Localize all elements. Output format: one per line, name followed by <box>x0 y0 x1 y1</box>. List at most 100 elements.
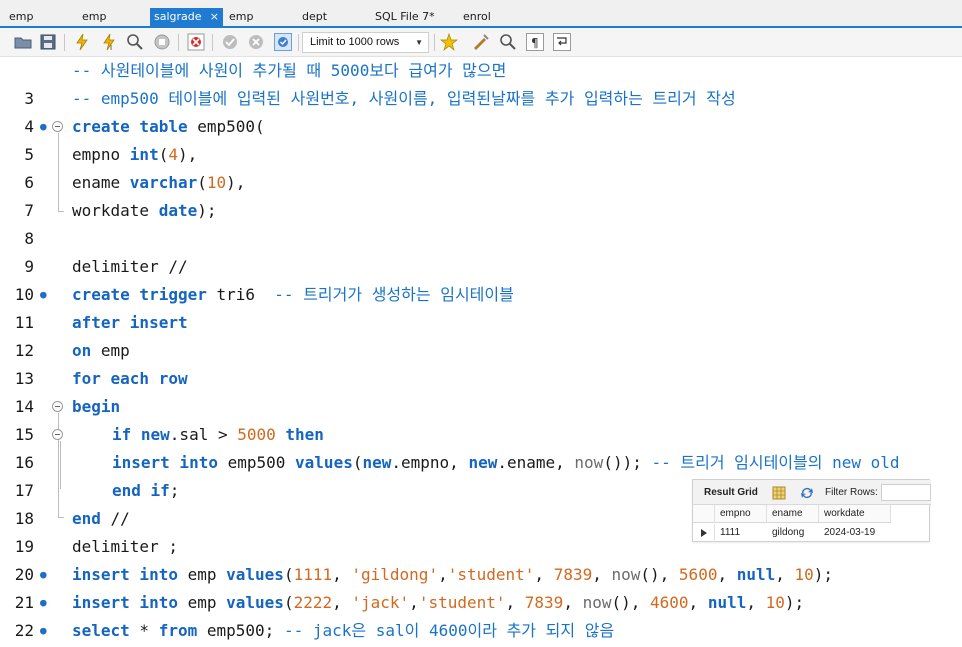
code-number: 2222 <box>293 593 333 612</box>
code-line: 16 if new.sal > 5000 then <box>0 421 962 472</box>
code-text: , <box>409 593 419 612</box>
execute-icon[interactable] <box>73 33 91 51</box>
code-text: delimiter ; <box>72 537 178 556</box>
code-text: (), <box>611 593 651 612</box>
code-text: -- 사원테이블에 사원이 추가될 때 5000보다 급여가 많으면 <box>72 61 507 80</box>
column-header[interactable]: ename <box>767 505 819 523</box>
refresh-icon[interactable] <box>799 485 815 501</box>
tab-sql-file-7[interactable]: SQL File 7* <box>375 8 435 28</box>
code-keyword: insert into <box>72 593 178 612</box>
code-text: emp <box>177 593 227 612</box>
current-row-arrow-icon <box>693 524 715 542</box>
sql-editor[interactable]: 3 -- 사원테이블에 사원이 추가될 때 5000보다 급여가 많으면 4 -… <box>0 57 962 647</box>
code-line: 4 -- emp500 테이블에 입력된 사원번호, 사원이름, 입력된날짜를 … <box>0 85 962 136</box>
code-keyword: then <box>275 425 324 444</box>
open-folder-icon[interactable] <box>14 33 32 51</box>
autocommit-icon[interactable] <box>274 33 292 51</box>
stop-icon[interactable] <box>153 33 171 51</box>
code-text: ), <box>177 145 198 164</box>
code-text: , <box>563 593 583 612</box>
code-text: emp500; <box>197 621 284 640</box>
code-keyword: begin <box>72 397 121 416</box>
code-number: 7839 <box>553 565 593 584</box>
code-keyword: new <box>468 453 498 472</box>
code-text: , <box>775 565 795 584</box>
tab-emp-2[interactable]: emp <box>82 8 106 28</box>
filter-rows-input[interactable] <box>881 484 931 501</box>
code-text: delimiter // <box>72 257 188 276</box>
code-function: now <box>611 565 641 584</box>
bookmark-star-icon[interactable] <box>440 33 458 51</box>
close-icon[interactable]: × <box>210 8 219 26</box>
code-text: ), <box>226 173 246 192</box>
code-keyword: values <box>226 593 284 612</box>
tab-enrol[interactable]: enrol <box>463 8 491 28</box>
code-line: 5 ● create table emp500( <box>0 113 962 164</box>
code-text: , <box>438 565 448 584</box>
code-number: 5000 <box>237 425 276 444</box>
limit-rows-select[interactable]: Limit to 1000 rows ▼ <box>302 32 429 53</box>
result-grid-tab[interactable]: Result Grid <box>704 487 758 498</box>
code-text: , <box>688 593 708 612</box>
save-icon[interactable] <box>39 33 57 51</box>
beautify-icon[interactable] <box>472 33 490 51</box>
code-keyword: insert into <box>112 453 218 472</box>
explain-icon[interactable] <box>126 33 144 51</box>
code-line: 7 ename varchar(10), <box>0 169 962 220</box>
wrap-icon[interactable] <box>553 33 571 51</box>
code-text: .empno, <box>391 453 469 472</box>
code-text: empno <box>72 145 130 164</box>
code-text: ()); <box>603 453 652 472</box>
code-text: ( <box>283 565 294 584</box>
rollback-icon[interactable] <box>247 33 265 51</box>
filter-rows-label: Filter Rows: <box>825 487 878 498</box>
code-text: ); <box>197 201 217 220</box>
tab-dept[interactable]: dept <box>302 8 327 28</box>
table-cell[interactable]: 2024-03-19 <box>819 524 891 542</box>
table-cell[interactable]: 1111 <box>715 524 767 542</box>
code-text: emp500 <box>217 453 296 472</box>
invisible-chars-icon[interactable]: ¶ <box>526 33 544 51</box>
code-text: , <box>746 593 766 612</box>
code-text: ; <box>169 481 180 500</box>
code-line: 9 <box>0 225 962 276</box>
code-number: 5600 <box>678 565 718 584</box>
execute-current-icon[interactable]: I <box>100 33 118 51</box>
code-keyword: create table <box>72 117 188 136</box>
result-grid-panel: Result Grid Filter Rows: empno ename wor… <box>692 479 931 542</box>
commit-icon[interactable] <box>221 33 239 51</box>
code-number: 7839 <box>524 593 564 612</box>
code-line: 12 after insert <box>0 309 962 360</box>
sql-editor-toolbar: I Limit to 1000 rows ▼ ¶ <box>0 28 962 57</box>
code-text: tri6 <box>206 285 275 304</box>
tab-emp-1[interactable]: emp <box>9 8 33 28</box>
statement-dot-icon: ● <box>40 624 47 637</box>
code-line: 13 on emp <box>0 337 962 388</box>
column-header[interactable]: empno <box>715 505 767 523</box>
code-line: 3 -- 사원테이블에 사원이 추가될 때 5000보다 급여가 많으면 <box>0 57 962 108</box>
code-keyword: new <box>362 453 392 472</box>
code-text: ( <box>197 173 207 192</box>
fold-toggle-icon[interactable] <box>52 121 63 132</box>
column-header[interactable]: workdate <box>819 505 891 523</box>
code-keyword: null <box>707 593 747 612</box>
fold-toggle-icon[interactable] <box>52 401 63 412</box>
svg-text:I: I <box>110 44 112 51</box>
code-keyword: on <box>72 341 92 360</box>
code-text: -- emp500 테이블에 입력된 사원번호, 사원이름, 입력된날짜를 추가… <box>72 89 736 108</box>
code-text: ename <box>72 173 130 192</box>
grid-view-icon[interactable] <box>771 485 787 501</box>
code-keyword: for each row <box>72 369 188 388</box>
code-keyword: create trigger <box>72 285 207 304</box>
toggle-error-icon[interactable] <box>187 33 205 51</box>
code-keyword: if new <box>112 425 170 444</box>
table-cell[interactable]: gildong <box>767 524 819 542</box>
tab-emp-3[interactable]: emp <box>229 8 253 28</box>
tab-salgrade[interactable]: salgrade × <box>150 8 223 28</box>
code-keyword: date <box>158 201 198 220</box>
fold-toggle-icon[interactable] <box>52 429 63 440</box>
code-keyword: insert into <box>72 565 178 584</box>
code-function: now <box>574 453 604 472</box>
code-text: , <box>332 565 352 584</box>
find-icon[interactable] <box>499 33 517 51</box>
